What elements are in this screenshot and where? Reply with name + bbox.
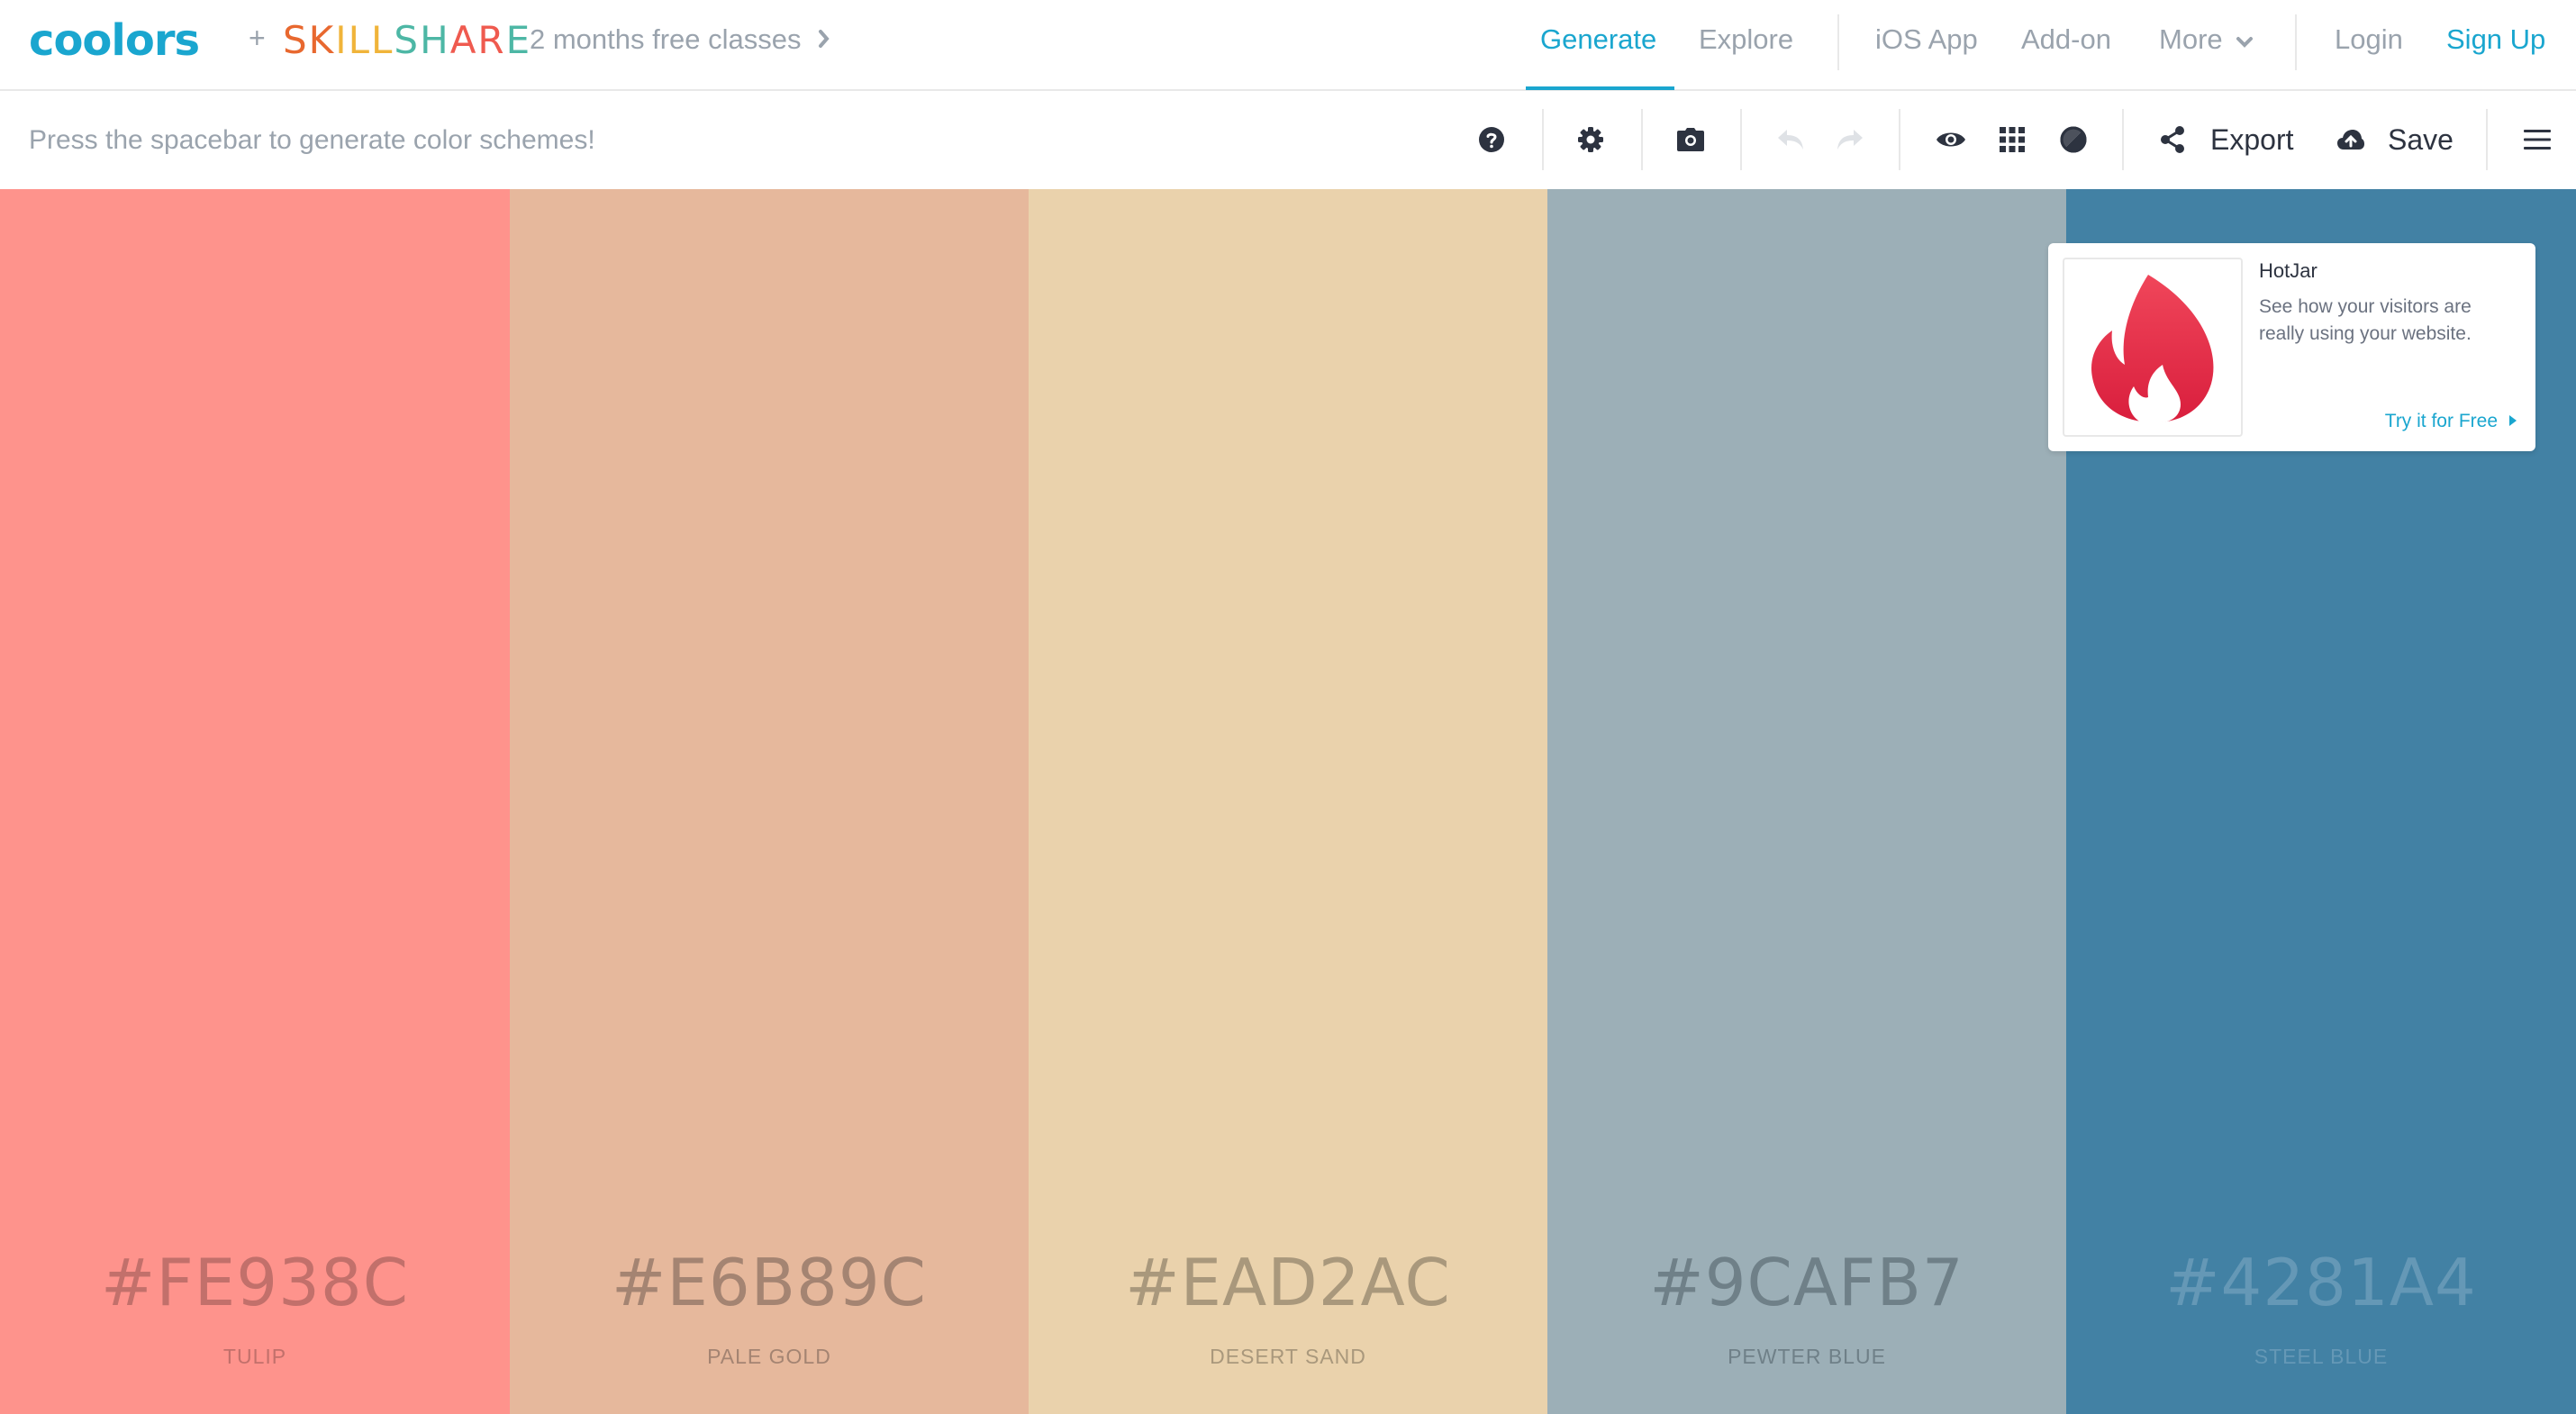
- chevron-right-icon: [818, 23, 830, 56]
- share-icon: [2151, 118, 2194, 161]
- menu-icon[interactable]: [2516, 118, 2559, 161]
- nav-more-label: More: [2159, 23, 2223, 55]
- toolbar-hint: Press the spacebar to generate color sch…: [29, 125, 595, 155]
- toolbar: Press the spacebar to generate color sch…: [0, 91, 2576, 189]
- settings-icon[interactable]: [1569, 118, 1612, 161]
- hotjar-logo: [2063, 258, 2243, 437]
- nav-divider: [2295, 14, 2297, 70]
- color-hex-code[interactable]: #FE938C: [0, 1245, 510, 1320]
- promo-text: 2 months free classes: [530, 23, 802, 55]
- export-label: Export: [2210, 123, 2294, 156]
- color-hex-code[interactable]: #EAD2AC: [1029, 1245, 1547, 1320]
- toolbar-divider: [1899, 109, 1900, 170]
- toolbar-divider: [1641, 109, 1643, 170]
- color-hex-code[interactable]: #E6B89C: [510, 1245, 1029, 1320]
- ad-card[interactable]: HotJar See how your visitors are really …: [2048, 243, 2535, 451]
- eye-icon[interactable]: [1929, 118, 1973, 161]
- color-name: DESERT SAND: [1210, 1345, 1366, 1368]
- plus-sign: +: [249, 22, 266, 54]
- coolors-logo-text: coolors: [29, 15, 200, 66]
- color-name: PEWTER BLUE: [1728, 1345, 1886, 1368]
- nav-explore[interactable]: Explore: [1699, 23, 1793, 56]
- color-swatch[interactable]: #E6B89C PALE GOLD: [510, 189, 1029, 1414]
- toolbar-divider: [1542, 109, 1544, 170]
- color-swatch[interactable]: #EAD2AC DESERT SAND: [1029, 189, 1547, 1414]
- skillshare-letter: L: [348, 18, 372, 62]
- top-navigation: coolors + SKILLSHARE 2 months free class…: [0, 0, 2576, 91]
- nav-add-on[interactable]: Add-on: [2021, 23, 2111, 56]
- ad-cta-label: Try it for Free: [2384, 411, 2498, 431]
- undo-icon[interactable]: [1769, 118, 1812, 161]
- color-name: TULIP: [222, 1345, 287, 1368]
- camera-icon[interactable]: [1669, 118, 1712, 161]
- toolbar-divider: [1740, 109, 1742, 170]
- skillshare-logo[interactable]: SKILLSHARE: [283, 18, 531, 62]
- color-name: STEEL BLUE: [2254, 1345, 2389, 1368]
- signup-link[interactable]: Sign Up: [2446, 23, 2545, 56]
- nav-active-indicator: [1526, 86, 1674, 90]
- color-hex-code[interactable]: #9CAFB7: [1547, 1245, 2066, 1320]
- skillshare-letter: K: [308, 18, 336, 62]
- skillshare-letter: E: [505, 18, 532, 62]
- color-hex-code[interactable]: #4281A4: [2066, 1245, 2576, 1320]
- promo-link[interactable]: 2 months free classes: [530, 23, 830, 56]
- coolors-logo[interactable]: coolors: [29, 15, 200, 66]
- contrast-icon[interactable]: [2052, 118, 2095, 161]
- nav-divider: [1837, 14, 1839, 70]
- skillshare-letter: I: [335, 18, 349, 62]
- nav-generate[interactable]: Generate: [1540, 23, 1656, 56]
- skillshare-letter: R: [477, 18, 506, 62]
- skillshare-letter: L: [371, 18, 395, 62]
- color-swatch[interactable]: #9CAFB7 PEWTER BLUE: [1547, 189, 2066, 1414]
- login-link[interactable]: Login: [2335, 23, 2403, 56]
- cloud-upload-icon: [2329, 118, 2372, 161]
- color-name: PALE GOLD: [707, 1345, 831, 1368]
- skillshare-letter: H: [420, 18, 450, 62]
- caret-right-icon: [2508, 411, 2517, 432]
- grid-icon[interactable]: [1991, 118, 2034, 161]
- skillshare-letter: A: [449, 18, 478, 62]
- redo-icon[interactable]: [1828, 118, 1872, 161]
- chevron-down-icon: [2236, 23, 2254, 56]
- toolbar-divider: [2486, 109, 2488, 170]
- nav-ios-app[interactable]: iOS App: [1875, 23, 1978, 56]
- help-icon[interactable]: [1470, 118, 1513, 161]
- ad-description: See how your visitors are really using y…: [2259, 296, 2472, 344]
- skillshare-letter: S: [283, 18, 309, 62]
- ad-cta-link[interactable]: Try it for Free: [2385, 411, 2517, 432]
- toolbar-divider: [2122, 109, 2124, 170]
- ad-title: HotJar: [2259, 259, 2317, 282]
- skillshare-letter: S: [394, 18, 421, 62]
- color-swatch[interactable]: #FE938C TULIP: [0, 189, 510, 1414]
- save-label: Save: [2388, 123, 2454, 156]
- nav-more[interactable]: More: [2159, 23, 2254, 56]
